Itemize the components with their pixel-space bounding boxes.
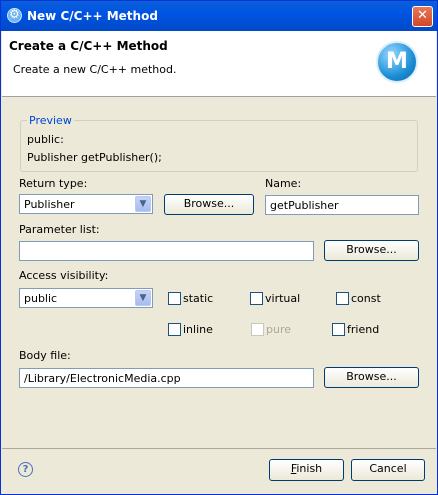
preview-line-access: public: bbox=[27, 133, 64, 146]
return-type-combo[interactable]: Publisher ▼ bbox=[19, 194, 153, 214]
finish-button[interactable]: Finish bbox=[269, 459, 344, 481]
access-visibility-combo[interactable]: public ▼ bbox=[19, 288, 153, 308]
parameter-list-input[interactable] bbox=[19, 241, 314, 261]
preview-legend: Preview bbox=[27, 114, 74, 127]
inline-checkbox[interactable] bbox=[168, 323, 181, 336]
close-icon: ✕ bbox=[417, 8, 428, 23]
header-description: Create a new C/C++ method. bbox=[13, 63, 177, 76]
access-visibility-label: Access visibility: bbox=[19, 269, 109, 282]
chevron-down-icon[interactable]: ▼ bbox=[135, 196, 151, 212]
virtual-checkbox[interactable] bbox=[250, 292, 263, 305]
friend-checkbox[interactable] bbox=[332, 323, 345, 336]
body-file-label: Body file: bbox=[19, 349, 71, 362]
inline-label: inline bbox=[183, 323, 213, 336]
body-file-input[interactable]: /Library/ElectronicMedia.cpp bbox=[19, 368, 314, 388]
virtual-label: virtual bbox=[265, 292, 301, 305]
parameter-list-label: Parameter list: bbox=[19, 223, 100, 236]
pure-checkbox bbox=[251, 323, 264, 336]
const-label: const bbox=[351, 292, 381, 305]
preview-line-signature: Publisher getPublisher(); bbox=[27, 151, 162, 164]
help-icon[interactable]: ? bbox=[18, 462, 33, 477]
cancel-button[interactable]: Cancel bbox=[351, 459, 425, 481]
dialog-header: Create a C/C++ Method Create a new C/C++… bbox=[2, 31, 436, 97]
static-checkbox[interactable] bbox=[168, 292, 181, 305]
dialog-window: New C/C++ Method ✕ Create a C/C++ Method… bbox=[0, 0, 438, 495]
chevron-down-icon[interactable]: ▼ bbox=[135, 290, 151, 306]
const-checkbox[interactable] bbox=[336, 292, 349, 305]
footer-separator bbox=[2, 448, 436, 449]
static-label: static bbox=[183, 292, 214, 305]
access-visibility-value: public bbox=[24, 292, 58, 305]
body-file-browse-button[interactable]: Browse... bbox=[324, 367, 419, 388]
window-title: New C/C++ Method bbox=[27, 9, 158, 23]
method-logo-icon: M bbox=[376, 41, 418, 83]
return-type-label: Return type: bbox=[19, 177, 88, 190]
name-input[interactable]: getPublisher bbox=[265, 195, 419, 215]
return-type-browse-button[interactable]: Browse... bbox=[164, 194, 254, 215]
parameter-list-browse-button[interactable]: Browse... bbox=[324, 240, 419, 261]
friend-label: friend bbox=[347, 323, 380, 336]
name-label: Name: bbox=[265, 177, 302, 190]
finish-label: inish bbox=[296, 462, 323, 475]
preview-group: Preview public: Publisher getPublisher()… bbox=[20, 114, 418, 172]
close-button[interactable]: ✕ bbox=[412, 6, 433, 27]
title-bar[interactable]: New C/C++ Method ✕ bbox=[1, 1, 437, 31]
header-title: Create a C/C++ Method bbox=[9, 39, 168, 53]
pure-label: pure bbox=[266, 323, 292, 336]
app-gear-icon bbox=[7, 7, 22, 23]
return-type-value: Publisher bbox=[24, 198, 75, 211]
